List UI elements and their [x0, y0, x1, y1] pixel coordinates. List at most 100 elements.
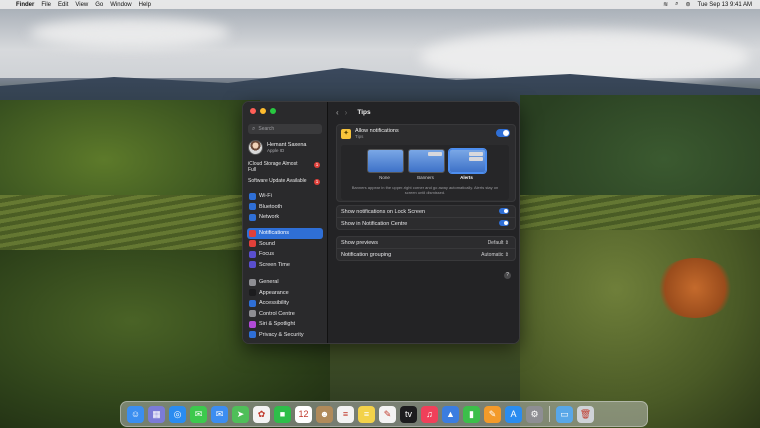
style-banners-label: Banners: [417, 175, 434, 180]
page-title: Tips: [357, 108, 371, 116]
sidebar-item-focus[interactable]: Focus: [247, 249, 323, 260]
account-sub: Apple ID: [267, 147, 285, 153]
control-centre-status-icon[interactable]: ⊜: [685, 1, 690, 8]
freeform-icon[interactable]: ✎: [379, 405, 396, 423]
sidebar-item-label: General: [259, 279, 279, 286]
tips-app-icon: ✦: [341, 129, 351, 139]
system-settings-icon[interactable]: ⚙: [526, 405, 543, 423]
sidebar-item-label: Accessibility: [259, 300, 289, 307]
menu-finder[interactable]: Finder: [16, 2, 34, 8]
lock-screen-row: Show notifications on Lock Screen: [337, 206, 515, 218]
sidebar-item-screen-time[interactable]: Screen Time: [247, 260, 323, 271]
notification-grouping-select[interactable]: Automatic ⇕: [481, 252, 509, 258]
sidebar-group-system: General Appearance Accessibility Control Ce…: [247, 277, 323, 340]
control-centre-icon: [249, 310, 256, 318]
sidebar-item-notifications[interactable]: Notifications: [247, 228, 323, 239]
sidebar-item-siri-spotlight[interactable]: Siri & Spotlight: [247, 319, 323, 330]
sidebar-item-label: Privacy & Security: [259, 331, 304, 338]
software-update-alert[interactable]: Software Update Available 1: [248, 178, 322, 185]
sidebar: ⌕ Search Hemant Saxena Apple ID iCloud S…: [243, 102, 328, 343]
reminders-icon[interactable]: ≡: [337, 405, 354, 423]
apple-id-account[interactable]: Hemant Saxena Apple ID: [248, 139, 322, 155]
notification-centre-toggle[interactable]: [499, 220, 509, 226]
show-previews-select[interactable]: Default ⇕: [488, 240, 509, 246]
style-none[interactable]: None: [367, 149, 404, 180]
search-icon: ⌕: [252, 125, 256, 132]
launchpad-icon[interactable]: ▦: [148, 405, 165, 423]
back-chevron-icon[interactable]: ‹: [336, 108, 339, 117]
menu-bar: Finder File Edit View Go Window Help ≋ ⌕…: [0, 0, 760, 9]
sidebar-item-bluetooth[interactable]: Bluetooth: [247, 202, 323, 213]
search-field[interactable]: ⌕ Search: [248, 124, 322, 134]
facetime-icon[interactable]: ■: [274, 405, 291, 423]
mail-icon[interactable]: ✉: [211, 405, 228, 423]
trash-icon[interactable]: 🗑: [577, 405, 594, 423]
avatar: [248, 139, 263, 155]
minimize-button[interactable]: [260, 108, 266, 114]
wifi-status-icon[interactable]: ≋: [663, 1, 668, 8]
alert-label: Software Update Available: [248, 178, 307, 184]
chevron-updown-icon: ⇕: [504, 251, 509, 258]
show-previews-label: Show previews: [341, 239, 378, 246]
notification-grouping-label: Notification grouping: [341, 251, 392, 258]
messages-icon[interactable]: ✉: [190, 405, 207, 423]
siri-icon: [249, 320, 256, 328]
menu-edit[interactable]: Edit: [58, 2, 68, 8]
chevron-updown-icon: ⇕: [504, 239, 509, 246]
icloud-storage-alert[interactable]: iCloud Storage Almost Full 1: [248, 161, 322, 173]
downloads-folder-icon[interactable]: ▭: [556, 405, 573, 423]
style-banners[interactable]: Banners: [408, 149, 445, 180]
search-spotlight-icon[interactable]: ⌕: [675, 1, 678, 8]
sidebar-item-sound[interactable]: Sound: [247, 239, 323, 250]
sidebar-item-label: Siri & Spotlight: [259, 321, 296, 328]
notes-icon[interactable]: ≡: [358, 405, 375, 423]
menu-file[interactable]: File: [41, 2, 51, 8]
sidebar-item-label: Network: [259, 214, 280, 221]
menu-help[interactable]: Help: [139, 2, 151, 8]
zoom-button[interactable]: [270, 108, 276, 114]
sidebar-item-privacy-security[interactable]: Privacy & Security: [247, 330, 323, 341]
lock-screen-toggle[interactable]: [499, 208, 509, 214]
account-name: Hemant Saxena: [267, 141, 307, 148]
sidebar-item-appearance[interactable]: Appearance: [247, 288, 323, 299]
pages-icon[interactable]: ✎: [484, 405, 501, 423]
notification-grouping-value: Automatic: [481, 251, 504, 258]
sidebar-item-control-centre[interactable]: Control Centre: [247, 309, 323, 320]
keynote-icon[interactable]: ▲: [442, 405, 459, 423]
maps-icon[interactable]: ➤: [232, 405, 249, 423]
safari-icon[interactable]: ◎: [169, 405, 186, 423]
numbers-icon[interactable]: ▮: [463, 405, 480, 423]
style-none-label: None: [379, 175, 390, 180]
contacts-icon[interactable]: ☻: [316, 405, 333, 423]
sidebar-item-wi-fi[interactable]: Wi-Fi: [247, 191, 323, 202]
forward-chevron-icon[interactable]: ›: [345, 108, 348, 117]
finder-icon[interactable]: ☺: [127, 405, 144, 423]
toggle-settings-card: Show notifications on Lock Screen Show i…: [336, 205, 516, 230]
app-store-icon[interactable]: A: [505, 405, 522, 423]
sidebar-item-label: Wi-Fi: [259, 193, 272, 200]
style-none-preview: [367, 149, 404, 173]
appearance-icon: [249, 289, 256, 297]
close-button[interactable]: [250, 108, 256, 114]
allow-notifications-toggle[interactable]: [496, 129, 510, 137]
sidebar-item-label: Sound: [259, 240, 275, 247]
style-alerts[interactable]: Alerts: [449, 149, 486, 180]
speaker-icon: [249, 240, 256, 248]
style-alerts-preview: [449, 149, 486, 173]
menu-go[interactable]: Go: [95, 2, 103, 8]
menu-window[interactable]: Window: [110, 2, 131, 8]
sidebar-item-general[interactable]: General: [247, 277, 323, 288]
music-icon[interactable]: ♫: [421, 405, 438, 423]
calendar-icon[interactable]: 12: [295, 405, 312, 423]
sidebar-item-label: Bluetooth: [259, 203, 283, 210]
photos-icon[interactable]: ✿: [253, 405, 270, 423]
select-settings-card: Show previews Default ⇕ Notification gro…: [336, 236, 516, 261]
sidebar-item-accessibility[interactable]: Accessibility: [247, 298, 323, 309]
tv-icon[interactable]: tv: [400, 405, 417, 423]
sidebar-item-network[interactable]: Network: [247, 212, 323, 223]
menu-view[interactable]: View: [75, 2, 88, 8]
clock[interactable]: Tue Sep 13 9:41 AM: [698, 2, 752, 8]
wallpaper-autumn-tree: [655, 258, 735, 318]
help-button[interactable]: ?: [504, 272, 511, 279]
alert-style-description: Banners appear in the upper-right corner…: [351, 185, 499, 195]
